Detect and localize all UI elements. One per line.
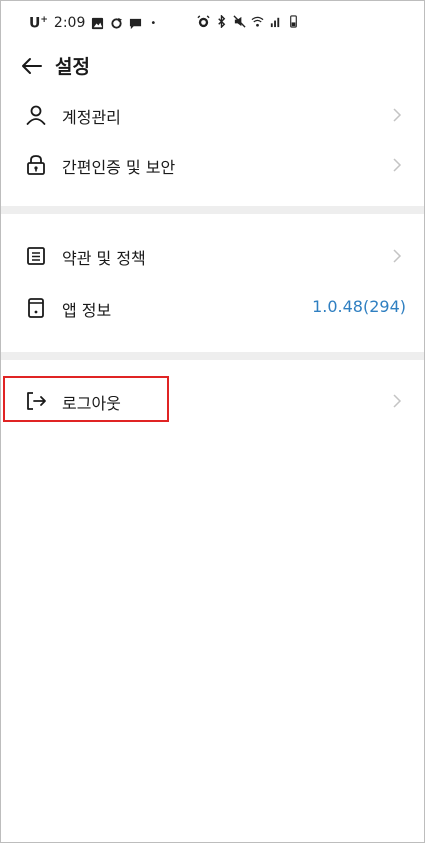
status-bar: U+ 2:09 • [1, 1, 424, 45]
phone-icon [28, 298, 44, 318]
menu-item-security-label: 간편인증 및 보안 [62, 158, 176, 177]
status-dot: • [150, 17, 157, 29]
section-divider [1, 352, 424, 360]
header: 설정 [1, 49, 424, 85]
menu-item-terms[interactable]: 약관 및 정책 [1, 232, 424, 280]
logout-highlight-box [3, 376, 169, 422]
back-arrow-icon[interactable] [19, 53, 45, 79]
section-divider [1, 206, 424, 214]
document-list-icon [27, 247, 45, 265]
app-version-value: 1.0.48(294) [312, 297, 406, 316]
chevron-right-icon [393, 249, 402, 263]
page-title: 설정 [55, 56, 90, 78]
menu-item-app-info[interactable]: 앱 정보 1.0.48(294) [1, 284, 424, 332]
screen: U+ 2:09 • 설정 계정관리 간편인증 및 보안 약관 및 정책 앱 정보… [0, 0, 425, 843]
menu-item-account-label: 계정관리 [62, 108, 121, 127]
message-icon [130, 18, 142, 29]
carrier-label: U+ [29, 15, 48, 32]
sync-icon [111, 17, 123, 29]
menu-item-terms-label: 약관 및 정책 [62, 249, 146, 268]
signal-icon [270, 17, 280, 28]
status-left: U+ 2:09 • [29, 15, 156, 32]
chevron-right-icon [393, 394, 402, 408]
menu-item-account[interactable]: 계정관리 [1, 91, 424, 139]
user-icon [26, 105, 46, 125]
battery-icon [290, 15, 297, 28]
lock-icon [27, 155, 45, 175]
gallery-icon [92, 17, 104, 29]
menu-item-security[interactable]: 간편인증 및 보안 [1, 141, 424, 189]
menu-item-app-info-label: 앱 정보 [62, 301, 112, 320]
bluetooth-icon [218, 15, 226, 28]
mute-icon [233, 15, 246, 28]
chevron-right-icon [393, 158, 402, 172]
wifi-icon [251, 16, 264, 27]
status-time: 2:09 [53, 15, 86, 32]
chevron-right-icon [393, 108, 402, 122]
alarm-icon [197, 15, 210, 28]
status-right [197, 15, 300, 28]
